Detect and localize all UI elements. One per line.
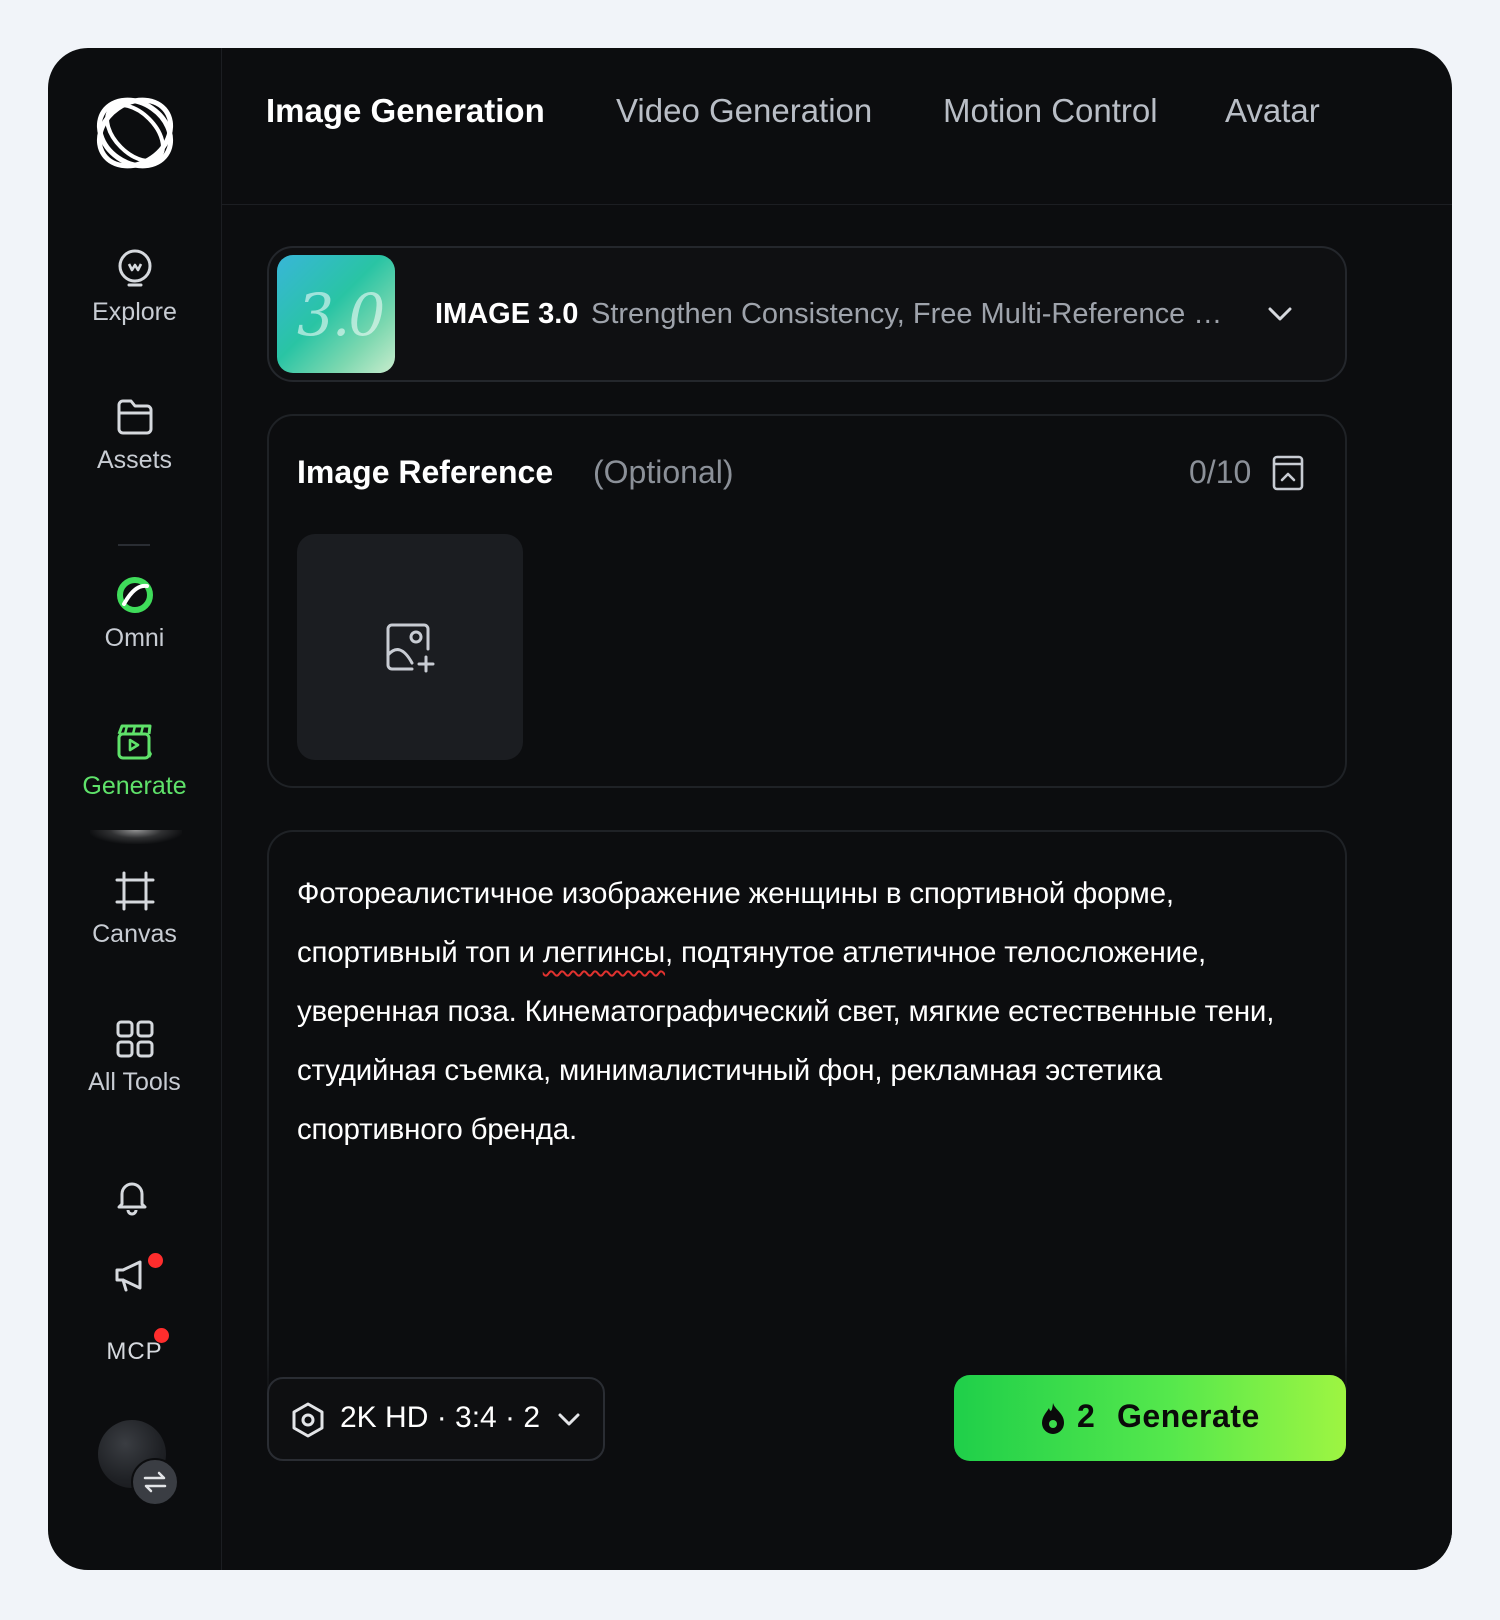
- add-image-icon: [386, 623, 435, 673]
- grid-icon: [116, 1020, 153, 1058]
- omni-ring-icon: [116, 577, 153, 613]
- model-selector[interactable]: 3.0 IMAGE 3.0 Strengthen Consistency, Fr…: [267, 246, 1347, 382]
- sidebar: Explore Assets Omni Generate Canvas All …: [48, 48, 222, 1570]
- sidebar-item-omni[interactable]: Omni: [48, 574, 221, 653]
- mcp-badge-dot: [154, 1328, 169, 1343]
- reference-count: 0/10: [1189, 454, 1252, 490]
- sidebar-item-label: Omni: [104, 624, 165, 652]
- tab-video-generation[interactable]: Video Generation: [616, 92, 872, 130]
- sidebar-item-label: All Tools: [88, 1068, 181, 1096]
- bell-icon[interactable]: [112, 1176, 152, 1216]
- sidebar-item-label: Assets: [96, 446, 173, 474]
- sidebar-item-label: Explore: [92, 298, 177, 326]
- app-window: Explore Assets Omni Generate Canvas All …: [48, 48, 1452, 1570]
- generation-settings-dropdown[interactable]: 2K HD · 3:4 · 2: [267, 1377, 605, 1461]
- sidebar-item-canvas[interactable]: Canvas: [48, 870, 221, 949]
- image-reference-panel: Image Reference (Optional) 0/10: [267, 414, 1347, 788]
- swap-arrows-icon: [143, 1471, 167, 1493]
- canvas-frame-icon: [115, 871, 154, 911]
- misspelled-word: леггинсы: [542, 936, 666, 969]
- switch-account-button[interactable]: [131, 1458, 179, 1506]
- flame-credit-icon: [1042, 1403, 1064, 1434]
- sidebar-item-label: Canvas: [92, 920, 177, 948]
- active-indicator-glow: [90, 830, 182, 844]
- sidebar-item-generate[interactable]: Generate: [48, 722, 221, 801]
- generate-clapper-icon: [117, 724, 152, 760]
- chevron-down-icon: [558, 1413, 580, 1426]
- tab-image-generation[interactable]: Image Generation: [266, 92, 545, 130]
- announcement-badge-dot: [148, 1253, 163, 1268]
- chevron-down-icon: [1268, 307, 1292, 321]
- prompt-text: Фотореалистичное изображение женщины в с…: [297, 877, 1275, 1146]
- model-name: IMAGE 3.0: [435, 298, 579, 330]
- model-description: Strengthen Consistency, Free Multi-Refer…: [591, 298, 1239, 330]
- folder-icon: [117, 399, 152, 435]
- generate-label: Generate: [1117, 1398, 1260, 1434]
- generate-cost: 2: [1077, 1398, 1095, 1434]
- sidebar-item-explore[interactable]: Explore: [48, 248, 221, 327]
- mcp-link[interactable]: MCP: [48, 1338, 221, 1366]
- tab-motion-control[interactable]: Motion Control: [943, 92, 1158, 130]
- sidebar-item-assets[interactable]: Assets: [48, 396, 221, 475]
- app-logo-icon[interactable]: [88, 86, 182, 180]
- top-tab-bar: Image Generation Video Generation Motion…: [222, 48, 1452, 205]
- settings-hexagon-icon: [292, 1402, 324, 1438]
- generate-button[interactable]: 2 Generate: [954, 1375, 1346, 1461]
- collapse-panel-icon[interactable]: [1271, 454, 1305, 492]
- reference-title: Image Reference: [297, 454, 554, 490]
- settings-summary: 2K HD · 3:4 · 2: [340, 1401, 541, 1434]
- tab-avatar[interactable]: Avatar: [1225, 92, 1320, 130]
- sidebar-divider: [118, 544, 150, 546]
- lightbulb-icon: [118, 249, 151, 287]
- upload-image-button[interactable]: [297, 534, 523, 760]
- sidebar-item-label: Generate: [82, 772, 187, 800]
- megaphone-icon[interactable]: [112, 1254, 152, 1294]
- reference-optional-label: (Optional): [593, 454, 734, 490]
- model-thumbnail: 3.0: [277, 255, 395, 373]
- sidebar-item-all-tools[interactable]: All Tools: [48, 1018, 221, 1097]
